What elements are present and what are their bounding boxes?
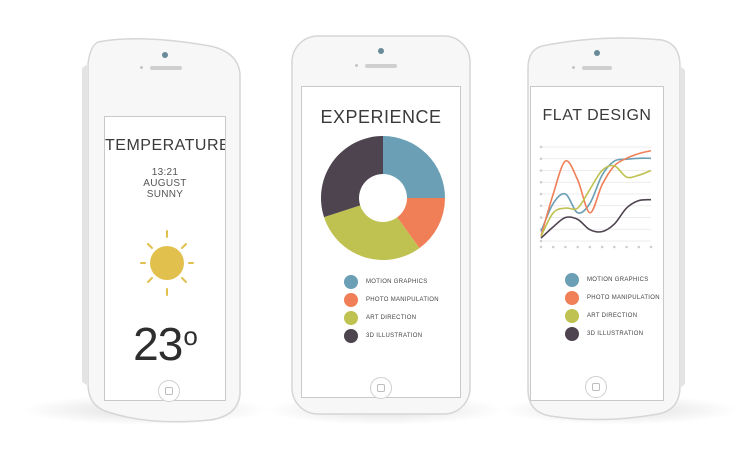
legend-label: PHOTO MANIPULATION [366,297,439,303]
donut-slice [383,136,445,198]
legend-swatch [565,309,579,323]
legend-item: 3D ILLUSTRATION [565,327,643,341]
front-camera [378,48,384,54]
legend-label: 3D ILLUSTRATION [366,333,423,339]
x-tick-dot [625,245,628,249]
home-button[interactable] [585,376,607,398]
legend-item: 3D ILLUSTRATION [344,329,422,343]
y-tick-dot [539,239,543,243]
legend-label: ART DIRECTION [366,315,417,321]
legend-swatch [344,311,358,325]
home-button[interactable] [370,377,392,399]
y-tick-dot [539,216,543,219]
legend-label: MOTION GRAPHICS [366,279,428,285]
legend-swatch [344,329,358,343]
x-tick-dot [576,245,579,249]
legend-label: MOTION GRAPHICS [587,277,649,283]
legend-swatch [565,291,579,305]
sensor-dot [355,64,358,67]
legend-item: ART DIRECTION [344,311,416,325]
y-tick-dot [539,145,543,149]
x-tick-dot [564,245,567,249]
line-chart [539,145,653,249]
legend-label: 3D ILLUSTRATION [587,331,644,337]
screen: EXPERIENCE MOTION GRAPHICS PHOTO MANIPULA… [301,86,461,398]
screen-title: FLAT DESIGN [542,107,652,124]
weather-info: 13:21 AUGUST SUNNY [105,167,225,200]
legend-swatch [565,273,579,287]
x-tick-dot [637,245,641,249]
legend-swatch [344,293,358,307]
x-tick-dot [551,245,555,249]
y-tick-dot [539,192,543,196]
sensor-dot [572,66,575,69]
phone-flat-design: FLAT DESIGN MOTION GRAPHICS PHOTO MANIPUL… [522,34,687,422]
legend-item: ART DIRECTION [565,309,637,323]
y-tick-dot [539,169,543,172]
y-tick-dot [539,157,543,161]
legend-item: MOTION GRAPHICS [344,275,428,289]
y-tick-dot [539,180,543,184]
date-text: AUGUST [143,178,187,189]
legend-label: PHOTO MANIPULATION [587,295,660,301]
x-tick-dot [539,245,543,249]
earpiece-speaker [150,66,182,70]
sun-icon [140,230,194,296]
legend-swatch [344,275,358,289]
earpiece-speaker [365,64,397,68]
series-line [540,157,652,232]
condition-text: SUNNY [146,189,184,200]
legend-label: ART DIRECTION [587,313,638,319]
x-tick-dot [649,245,653,249]
screen-title: EXPERIENCE [320,107,442,127]
front-camera [162,52,168,58]
phone-experience: EXPERIENCE MOTION GRAPHICS PHOTO MANIPULA… [289,34,473,416]
donut-slice [321,136,383,218]
donut-chart [321,136,445,260]
legend-swatch [565,327,579,341]
screen-title: TEMPERATURE [105,137,226,154]
time-text: 13:21 [151,167,179,178]
sensor-dot [140,66,143,69]
legend-item: MOTION GRAPHICS [565,273,649,287]
screen: TEMPERATURE 13:21 AUGUST SUNNY 23o [104,116,226,401]
legend-item: PHOTO MANIPULATION [565,291,660,305]
y-tick-dot [539,204,543,208]
screen: FLAT DESIGN MOTION GRAPHICS PHOTO MANIPUL… [530,86,664,401]
legend-item: PHOTO MANIPULATION [344,293,439,307]
temperature-value: 23o [133,318,198,370]
phone-temperature: TEMPERATURE 13:21 AUGUST SUNNY 23o [80,34,245,424]
earpiece-speaker [582,66,612,70]
x-tick-dot [613,245,616,249]
home-button[interactable] [158,380,180,402]
degree-symbol: o [183,321,198,351]
front-camera [594,50,600,56]
x-tick-dot [600,245,604,249]
x-tick-dot [588,245,592,249]
